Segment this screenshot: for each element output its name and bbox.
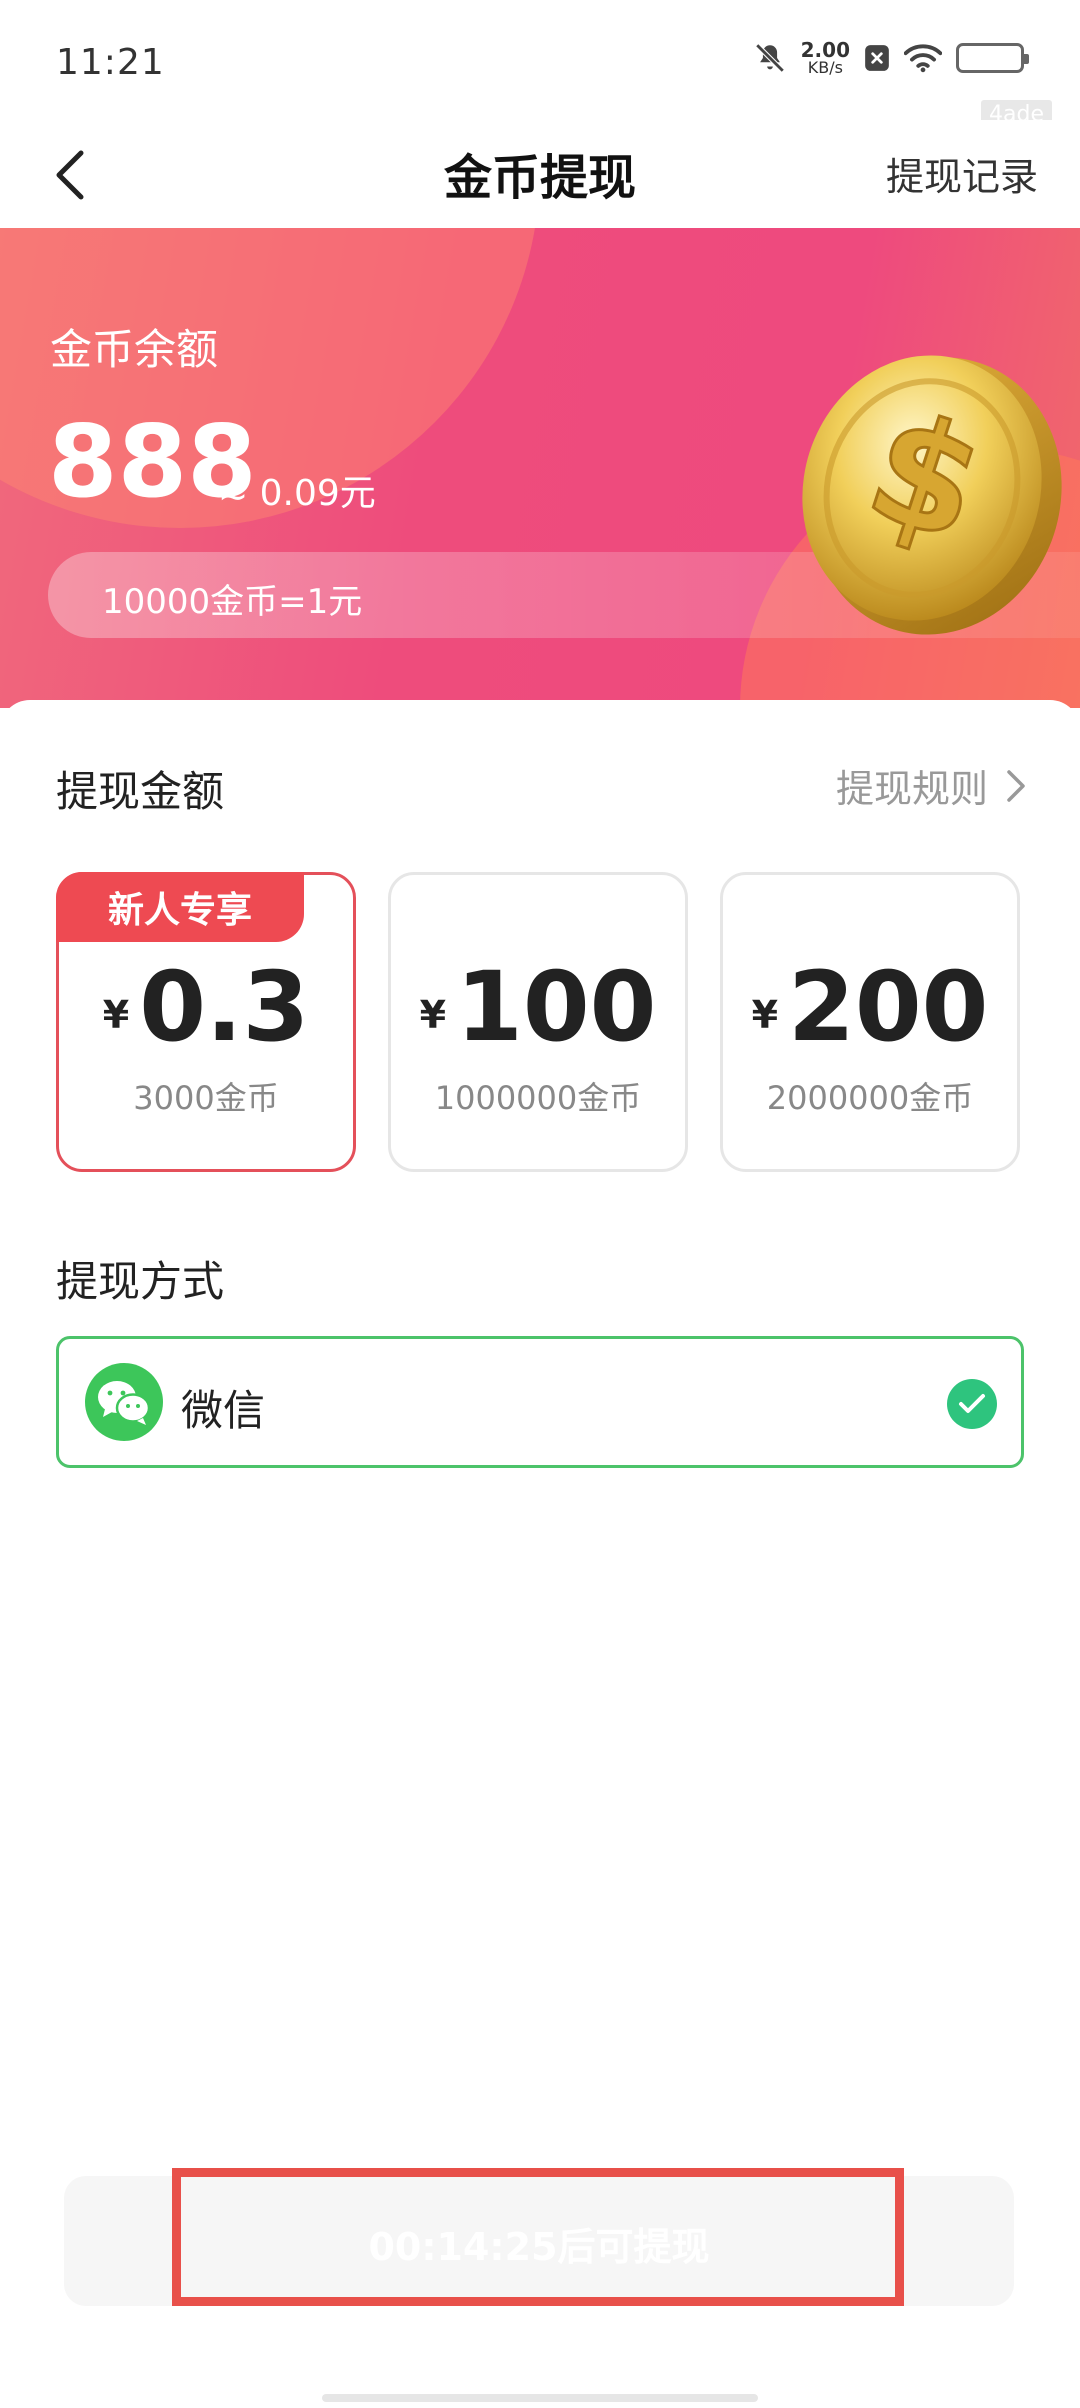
currency-symbol: ¥ xyxy=(751,993,779,1037)
new-user-badge: 新人专享 xyxy=(56,872,304,942)
amount-coins: 3000金币 xyxy=(133,1079,279,1117)
mute-bell-icon xyxy=(753,41,787,75)
amount-value: ¥0.3 xyxy=(59,959,353,1055)
amount-number: 0.3 xyxy=(139,951,310,1063)
wechat-method-option[interactable]: 微信 xyxy=(56,1336,1024,1468)
net-speed: 2.00 KB/s xyxy=(801,40,850,76)
net-speed-unit: KB/s xyxy=(807,58,843,77)
amount-option-200[interactable]: ¥200 2000000金币 xyxy=(720,872,1020,1172)
wechat-icon xyxy=(85,1363,163,1441)
balance-banner: 金币余额 888 ≈ 0.09元 10000金币=1元 $ xyxy=(0,228,1080,708)
gold-coin-icon: $ xyxy=(802,355,1062,635)
check-circle-icon xyxy=(947,1379,997,1429)
amount-coins: 1000000金币 xyxy=(434,1079,642,1117)
amount-number: 200 xyxy=(788,951,989,1063)
balance-approx: ≈ 0.09元 xyxy=(218,473,376,514)
currency-symbol: ¥ xyxy=(419,993,447,1037)
amount-number: 100 xyxy=(456,951,657,1063)
method-label: 微信 xyxy=(181,1386,266,1435)
amount-value: ¥200 xyxy=(723,959,1017,1055)
amount-option-0-3[interactable]: 新人专享 ¥0.3 3000金币 xyxy=(56,872,356,1172)
highlight-frame xyxy=(172,2168,904,2306)
close-box-icon xyxy=(864,44,890,72)
status-bar: 11:21 2.00 KB/s 4ade xyxy=(0,0,1080,129)
status-time: 11:21 xyxy=(56,42,165,83)
home-indicator[interactable] xyxy=(322,2394,758,2402)
currency-symbol: ¥ xyxy=(102,993,130,1037)
withdraw-rules-link[interactable]: 提现规则 xyxy=(836,758,1026,813)
amount-section-title: 提现金额 xyxy=(56,767,225,816)
method-section-title: 提现方式 xyxy=(56,1257,225,1306)
status-icons: 2.00 KB/s xyxy=(753,40,1029,76)
chevron-right-icon xyxy=(1007,769,1025,802)
withdraw-card: 提现金额 提现规则 新人专享 ¥0.3 3000金币 ¥100 1000000金… xyxy=(0,700,1080,2408)
rules-label: 提现规则 xyxy=(835,767,988,811)
amount-value: ¥100 xyxy=(391,959,685,1055)
battery-icon xyxy=(956,43,1029,73)
balance-label: 金币余额 xyxy=(50,325,219,374)
amount-coins: 2000000金币 xyxy=(766,1079,974,1117)
amount-option-100[interactable]: ¥100 1000000金币 xyxy=(388,872,688,1172)
exchange-rate: 10000金币=1元 xyxy=(102,582,363,622)
net-speed-value: 2.00 xyxy=(800,38,850,62)
nav-bar: 金币提现 提现记录 xyxy=(0,120,1080,228)
wifi-icon xyxy=(904,43,942,73)
withdraw-history-link[interactable]: 提现记录 xyxy=(886,146,1038,201)
